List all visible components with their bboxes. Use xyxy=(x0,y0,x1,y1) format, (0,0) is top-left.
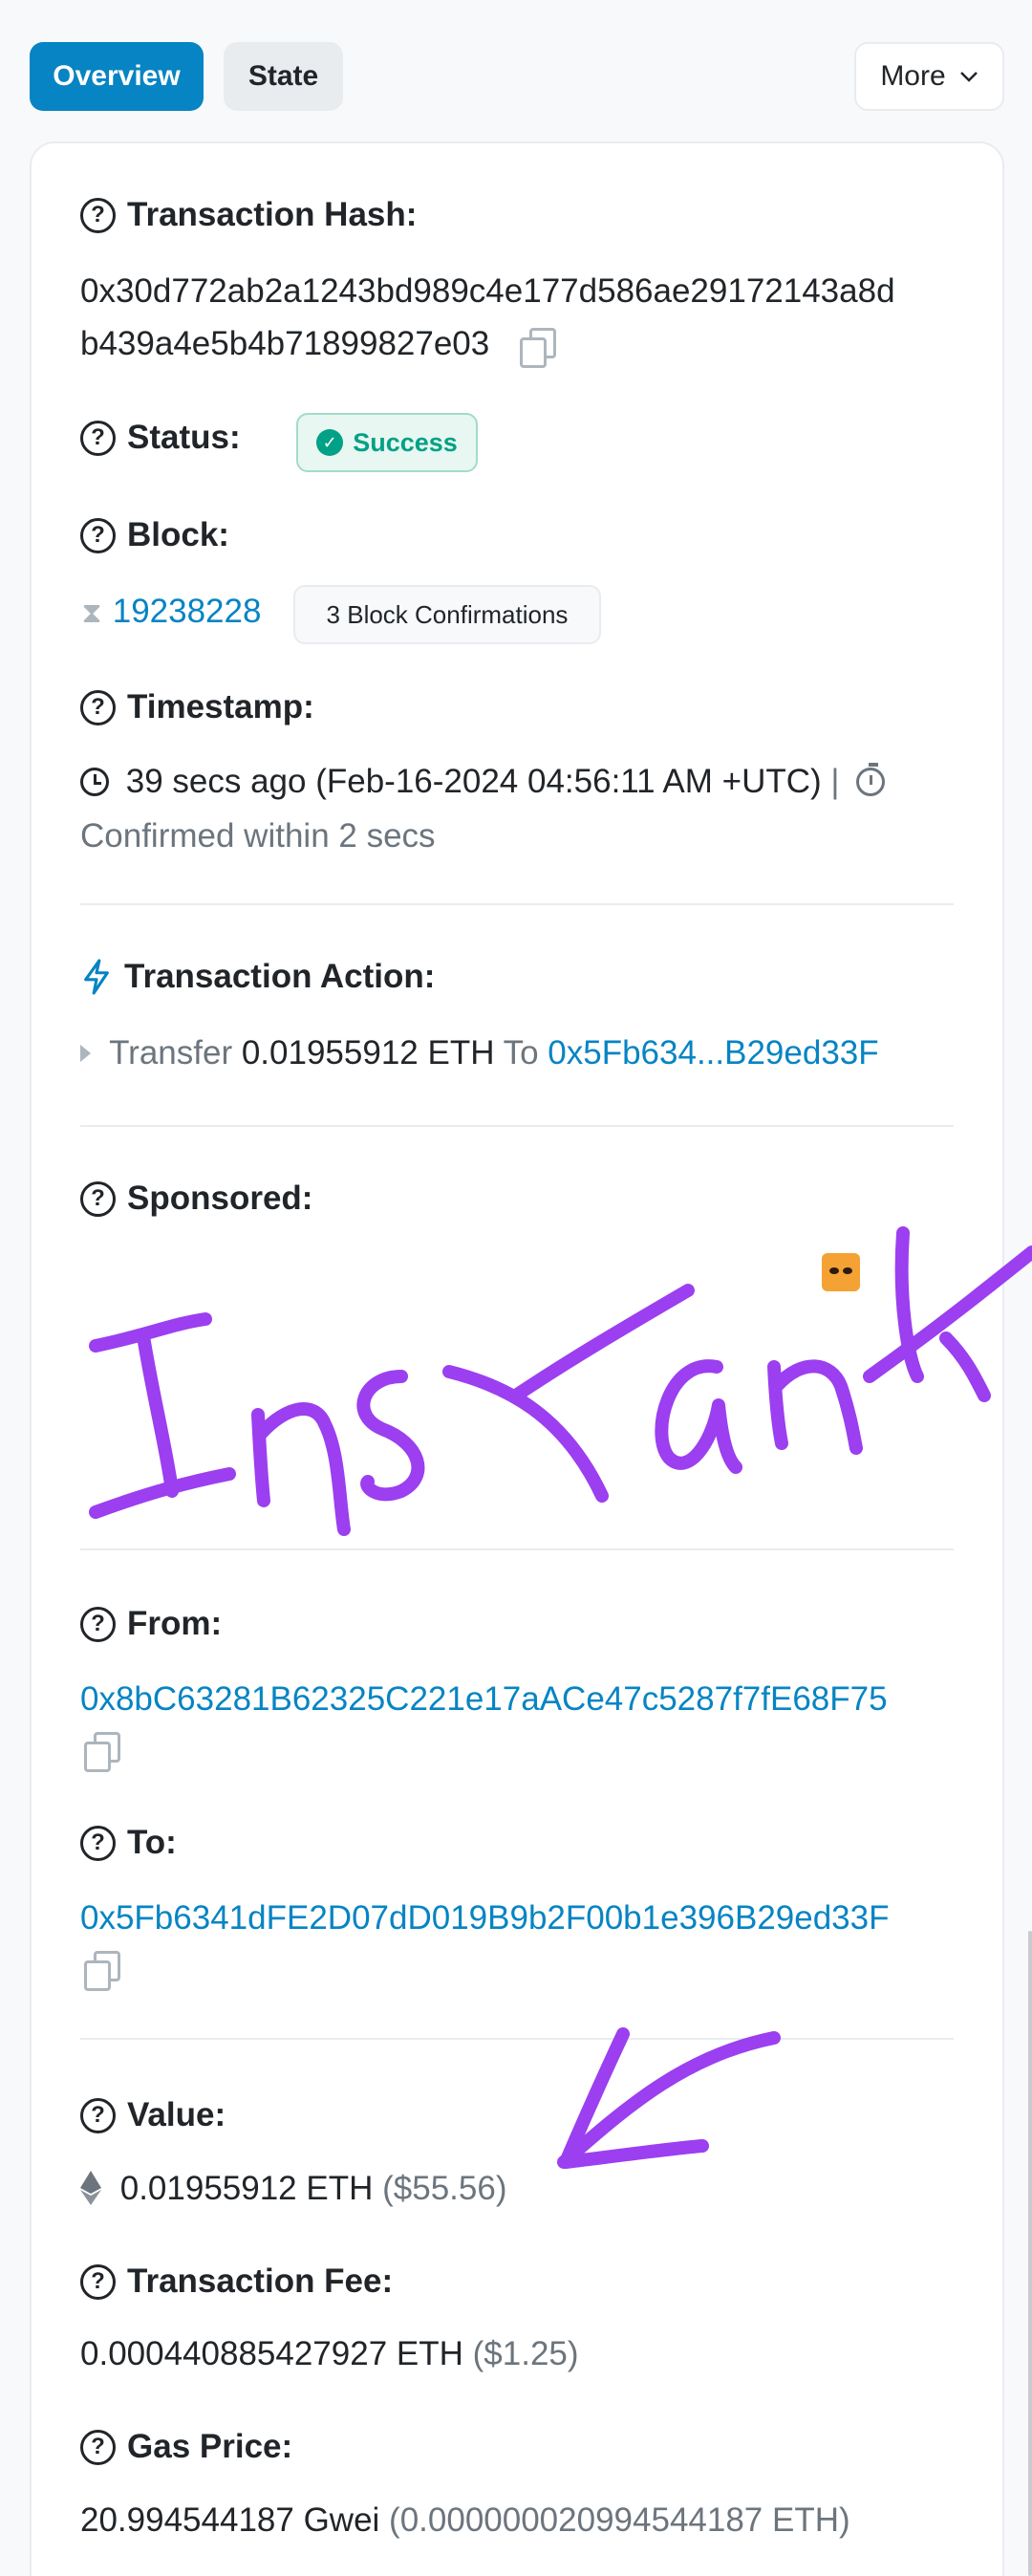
question-circle-icon[interactable]: ? xyxy=(80,2429,116,2465)
question-circle-icon[interactable]: ? xyxy=(80,420,116,456)
question-circle-icon[interactable]: ? xyxy=(80,197,116,233)
tx-action-row: Transfer 0.01955912 ETH To 0x5Fb634...B2… xyxy=(80,1034,879,1072)
action-amount: 0.01955912 ETH xyxy=(241,1034,495,1072)
transaction-details-card xyxy=(30,141,1004,2576)
copy-icon[interactable] xyxy=(519,327,556,368)
gas-amount: 20.994544187 Gwei xyxy=(80,2501,380,2539)
block-number-row: ⧗ 19238228 xyxy=(80,593,261,631)
to-address-link[interactable]: 0x5Fb6341dFE2D07dD019B9b2F00b1e396B29ed3… xyxy=(80,1899,890,1937)
sponsor-logo-icon[interactable] xyxy=(822,1253,860,1291)
scrollbar[interactable] xyxy=(1028,1931,1032,2576)
check-circle-icon: ✓ xyxy=(316,429,344,456)
divider xyxy=(80,1548,954,1550)
divider xyxy=(80,2038,954,2040)
tx-hash-line2-row: b439a4e5b4b71899827e03 xyxy=(80,325,556,368)
tx-hash-label: ? Transaction Hash: xyxy=(80,196,417,234)
action-verb: Transfer xyxy=(109,1034,233,1072)
hourglass-icon: ⧗ xyxy=(81,597,102,629)
action-to-address-link[interactable]: 0x5Fb634...B29ed33F xyxy=(548,1034,878,1072)
tx-hash-line2: b439a4e5b4b71899827e03 xyxy=(80,325,490,362)
question-circle-icon[interactable]: ? xyxy=(80,1825,116,1861)
value-label: ? Value: xyxy=(80,2096,226,2134)
chevron-down-icon xyxy=(959,72,978,82)
question-circle-icon[interactable]: ? xyxy=(80,2097,116,2133)
question-circle-icon[interactable]: ? xyxy=(80,689,116,725)
gas-price-label: ? Gas Price: xyxy=(80,2428,292,2466)
sponsored-label: ? Sponsored: xyxy=(80,1180,312,1218)
value-usd: ($55.56) xyxy=(382,2170,507,2207)
question-circle-icon[interactable]: ? xyxy=(80,517,116,553)
tx-hash-line1: 0x30d772ab2a1243bd989c4e177d586ae2917214… xyxy=(80,272,895,310)
fee-amount: 0.000440885427927 ETH xyxy=(80,2335,463,2372)
lightning-icon xyxy=(84,959,109,995)
caret-right-icon xyxy=(80,1045,91,1062)
question-circle-icon[interactable]: ? xyxy=(80,1180,116,1217)
block-number-link[interactable]: 19238228 xyxy=(113,593,262,630)
gas-price-row: 20.994544187 Gwei (0.000000020994544187 … xyxy=(80,2501,850,2540)
value-row: 0.01955912 ETH ($55.56) xyxy=(80,2170,506,2208)
tab-state[interactable]: State xyxy=(224,42,343,111)
gas-eth: (0.000000020994544187 ETH) xyxy=(389,2501,850,2539)
confirmed-within: Confirmed within 2 secs xyxy=(80,817,436,855)
fee-usd: ($1.25) xyxy=(472,2335,579,2372)
timestamp-value: 39 secs ago (Feb-16-2024 04:56:11 AM +UT… xyxy=(125,763,822,800)
copy-icon[interactable] xyxy=(84,1951,120,1991)
block-label: ? Block: xyxy=(80,516,229,554)
action-to-word: To xyxy=(503,1034,539,1072)
tx-fee-row: 0.000440885427927 ETH ($1.25) xyxy=(80,2335,579,2373)
to-label: ? To: xyxy=(80,1824,177,1862)
timestamp-separator: | xyxy=(830,763,840,800)
status-badge: ✓ Success xyxy=(296,413,478,472)
block-confirmations-badge: 3 Block Confirmations xyxy=(293,585,601,644)
more-label: More xyxy=(880,60,946,92)
divider xyxy=(80,903,954,905)
timestamp-row: 39 secs ago (Feb-16-2024 04:56:11 AM +UT… xyxy=(80,763,886,801)
tx-fee-label: ? Transaction Fee: xyxy=(80,2262,393,2301)
clock-icon xyxy=(80,768,109,796)
tab-overview[interactable]: Overview xyxy=(30,42,204,111)
tab-bar: Overview State More xyxy=(30,42,1004,111)
question-circle-icon[interactable]: ? xyxy=(80,2263,116,2300)
value-amount: 0.01955912 ETH xyxy=(119,2170,374,2207)
status-label: ? Status: xyxy=(80,419,241,457)
from-address-link[interactable]: 0x8bC63281B62325C221e17aACe47c5287f7fE68… xyxy=(80,1680,888,1719)
more-dropdown-button[interactable]: More xyxy=(854,42,1004,111)
stopwatch-icon xyxy=(856,763,886,796)
copy-icon[interactable] xyxy=(84,1732,120,1772)
tx-action-label: Transaction Action: xyxy=(80,958,435,996)
question-circle-icon[interactable]: ? xyxy=(80,1606,116,1642)
ethereum-icon xyxy=(80,2171,101,2205)
timestamp-label: ? Timestamp: xyxy=(80,688,314,726)
divider xyxy=(80,1125,954,1127)
from-label: ? From: xyxy=(80,1605,222,1643)
